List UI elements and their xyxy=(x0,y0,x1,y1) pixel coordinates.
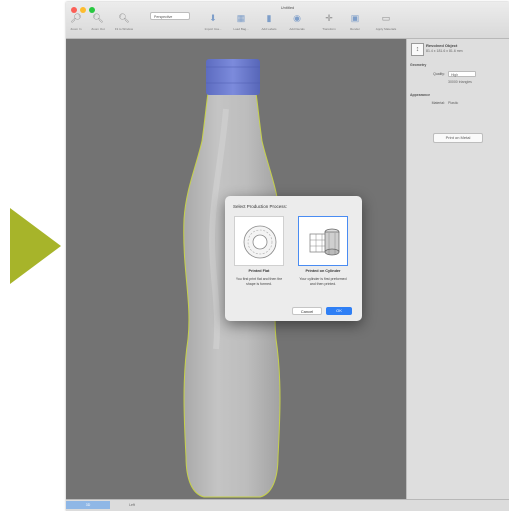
object-title: Revolved Object xyxy=(426,43,458,48)
zoom-out-button[interactable]: 🔍︎ Zoom Out xyxy=(90,12,106,36)
geometry-header: Geometry xyxy=(410,63,427,67)
cancel-button[interactable]: Cancel xyxy=(292,307,322,315)
dialog-title: Select Production Process: xyxy=(233,204,288,209)
transform-icon: ✛ xyxy=(325,13,333,23)
option-printed-on-cylinder[interactable] xyxy=(298,216,348,266)
quality-label: Quality: xyxy=(433,72,445,76)
printed-flat-icon xyxy=(243,225,277,259)
option-desc-flat: You first print flat and then the shape … xyxy=(235,277,283,286)
load-icon: ▦ xyxy=(236,13,246,23)
quality-select[interactable]: High xyxy=(448,71,476,77)
app-window: Untitled 🔎︎ Zoom In 🔍︎ Zoom Out 🔍︎ Fit t… xyxy=(66,2,509,511)
ok-button[interactable]: OK xyxy=(326,307,352,315)
render-icon: ▣ xyxy=(350,13,360,23)
import-image-icon: ⬇ xyxy=(209,13,217,23)
window-title: Untitled xyxy=(280,5,295,10)
option-desc-cylinder: Your cylinder is first preformed and the… xyxy=(299,277,347,286)
transform-button[interactable]: ✛ Transform xyxy=(318,12,340,36)
view-3d-tab[interactable]: 3D xyxy=(66,501,110,509)
object-size: 81.4 x 181.6 x 81.6 mm xyxy=(426,49,463,53)
bottle-cap[interactable] xyxy=(206,59,260,95)
toolbar: Untitled 🔎︎ Zoom In 🔍︎ Zoom Out 🔍︎ Fit t… xyxy=(66,2,509,39)
zoom-in-button[interactable]: 🔎︎ Zoom In xyxy=(68,12,84,36)
decals-icon: ◉ xyxy=(293,13,301,23)
labels-icon: ▮ xyxy=(266,13,272,23)
add-labels-button[interactable]: ▮ Add Labels xyxy=(258,12,280,36)
appearance-header: Appearance xyxy=(410,93,431,97)
printed-cylinder-icon xyxy=(309,228,340,256)
arrow-icon xyxy=(10,208,61,284)
material-value[interactable]: Plastic xyxy=(448,101,458,105)
add-decals-button[interactable]: ◉ Add Decals xyxy=(286,12,308,36)
print-on-metal-button[interactable]: Print on Metal xyxy=(433,133,483,143)
zoom-fit-icon: 🔍︎ xyxy=(118,13,130,23)
production-process-dialog: Select Production Process: Printed Flat … xyxy=(225,196,362,321)
view-mode-select[interactable]: Perspective xyxy=(150,12,190,20)
zoom-in-icon: 🔎︎ xyxy=(70,13,82,23)
option-label-cylinder: Printed on Cylinder xyxy=(305,269,341,273)
inspector-panel: ↕ Revolved Object 81.4 x 181.6 x 81.6 mm… xyxy=(406,39,509,499)
materials-icon: ▭ xyxy=(381,13,391,23)
import-image-button[interactable]: ⬇ Import Ima... xyxy=(202,12,224,36)
load-bag-button[interactable]: ▦ Load Bag... xyxy=(230,12,252,36)
option-label-flat: Printed Flat xyxy=(248,269,270,273)
option-printed-flat[interactable] xyxy=(234,216,284,266)
fit-to-window-button[interactable]: 🔍︎ Fit to Window xyxy=(114,12,134,36)
view-left-tab[interactable]: Left xyxy=(110,501,154,509)
zoom-out-icon: 🔍︎ xyxy=(92,13,104,23)
render-button[interactable]: ▣ Render xyxy=(344,12,366,36)
triangle-count: 30000 triangles xyxy=(448,80,472,84)
status-bar: 3D Left xyxy=(66,499,509,511)
apply-materials-button[interactable]: ▭ Apply Materials xyxy=(370,12,402,36)
material-label: Material: xyxy=(431,101,445,105)
revolved-object-icon: ↕ xyxy=(411,43,424,56)
